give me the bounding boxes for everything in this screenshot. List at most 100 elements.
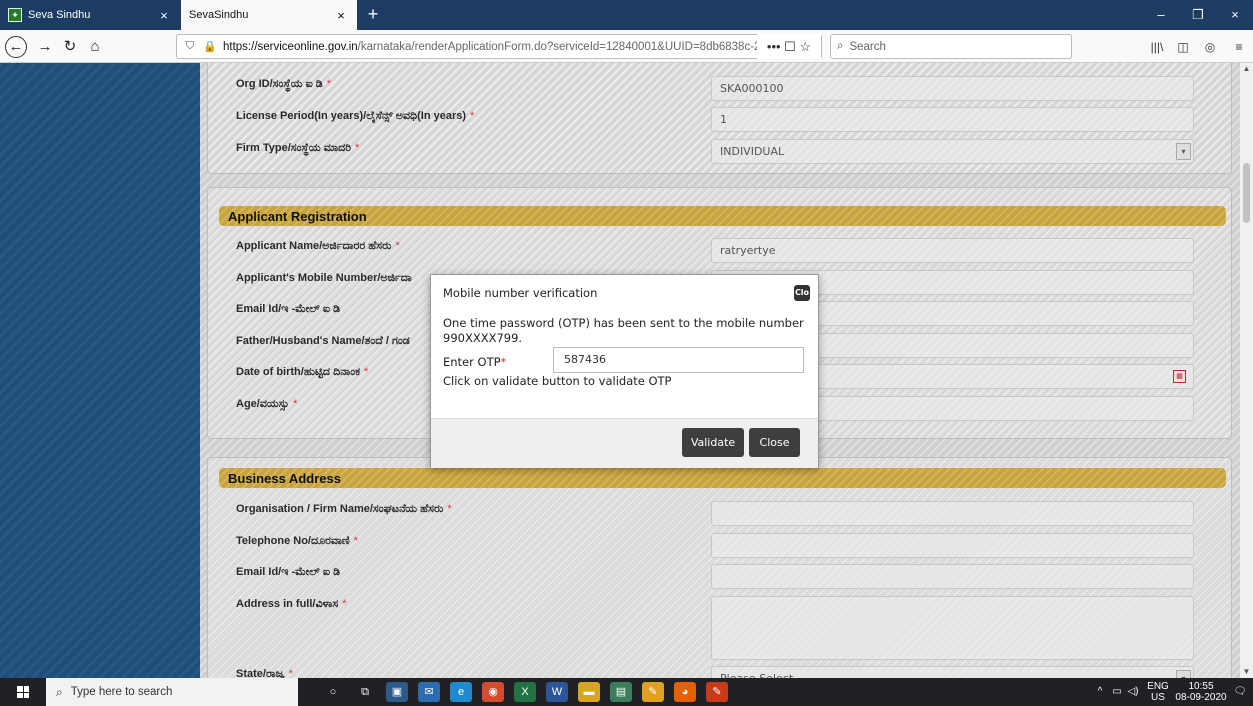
browser-search-input[interactable]: ⌕ Search [830, 34, 1072, 59]
address-bar[interactable]: ⛉ 🔒 https://serviceonline.gov.in/karnata… [176, 34, 822, 59]
browser-nav-bar: ← → ↻ ⌂ ⛉ 🔒 https://serviceonline.gov.in… [0, 30, 1253, 63]
word-icon[interactable]: W [546, 682, 568, 702]
applicant-field-label-5: Date of birth/ಹುಟ್ಟಿದ ದಿನಾಂಕ * [236, 366, 369, 378]
taskbar-search-input[interactable]: ⌕ Type here to search [46, 678, 298, 706]
menu-icon[interactable]: ≡ [1228, 37, 1250, 57]
applicant-field-label-1: Applicant Name/ಅರ್ಜಿದಾರರ ಹೆಸರು * [236, 240, 400, 252]
field-label-license-period: License Period(In years)/ಲೈಸೆನ್ಸ್ ಅವಧಿ(I… [236, 110, 475, 122]
field-label-org-id: Org ID/ಸಂಸ್ಥೆಯ ಐ ಡಿ * [236, 78, 331, 90]
back-button[interactable]: ← [5, 36, 27, 58]
firm-type-select[interactable]: INDIVIDUAL ▾ [711, 139, 1194, 164]
network-icon[interactable]: ▭ [1110, 678, 1124, 706]
excel-icon[interactable]: X [514, 682, 536, 702]
app-icon[interactable]: ✎ [706, 682, 728, 702]
dialog-close-icon[interactable]: Clo [794, 285, 810, 301]
applicant-field-label-4: Father/Husband's Name/ತಂದೆ / ಗಂಡ [236, 334, 410, 347]
sidebar-icon[interactable]: ◫ [1172, 37, 1194, 57]
page-actions[interactable]: ••• ☐ ☆ [757, 34, 821, 59]
page-scrollbar[interactable]: ▲ ▼ [1240, 63, 1253, 678]
applicant-field-label-3: Email Id/ಇ -ಮೇಲ್ ಐ ಡಿ [236, 303, 341, 315]
start-button[interactable] [0, 678, 46, 706]
chrome-icon[interactable]: ◉ [482, 682, 504, 702]
tab-label: SevaSindhu [189, 9, 249, 21]
close-button[interactable]: Close [749, 428, 800, 457]
dialog-title: Mobile number verification [443, 286, 598, 300]
business-field-label-3: Email Id/ಇ -ಮೇಲ್ ಐ ಡಿ [236, 566, 341, 578]
clock[interactable]: 10:55 08-09-2020 [1175, 681, 1227, 706]
business-field-input-4[interactable] [711, 595, 1194, 660]
scroll-down-icon[interactable]: ▼ [1240, 666, 1253, 678]
maximize-button[interactable]: ❐ [1180, 0, 1216, 30]
business-field-input-5[interactable]: Please Select ▾ [711, 665, 1194, 678]
windows-taskbar: ⌕ Type here to search ○ ⧉ ▣ ✉ e ◉ X W ▬ ▤ ✎ ◕ ✎ ^ ▭ … [0, 678, 1253, 706]
service-details-panel: Org ID/ಸಂಸ್ಥೆಯ ಐ ಡಿ * SKA000100 License P… [207, 63, 1232, 174]
paint-icon[interactable]: ✎ [642, 682, 664, 702]
scrollbar-thumb[interactable] [1243, 163, 1250, 223]
edge-icon[interactable]: e [450, 682, 472, 702]
url-path: /karnataka/renderApplicationForm.do?serv… [357, 40, 771, 53]
firefox-icon[interactable]: ◕ [674, 682, 696, 702]
applicant-field-label-6: Age/ವಯಸ್ಸು * [236, 397, 298, 410]
tray-chevron-icon[interactable]: ^ [1093, 678, 1107, 706]
business-field-label-1: Organisation / Firm Name/ಸಂಘಟನೆಯ ಹೆಸರು * [236, 503, 452, 515]
field-label-firm-type: Firm Type/ಸಂಸ್ಥೆಯ ಮಾದರಿ * [236, 142, 360, 154]
shield-icon[interactable]: ⛉ [183, 40, 197, 53]
notification-icon[interactable]: 🗨 [1230, 678, 1250, 706]
url-host: https://serviceonline.gov.in [223, 40, 358, 53]
business-field-input-2[interactable] [711, 532, 1194, 558]
tab-sevasindhu-active[interactable]: SevaSindhu × [181, 0, 357, 30]
section-heading-applicant: Applicant Registration [219, 206, 1226, 226]
validate-hint: Click on validate button to validate OTP [443, 374, 672, 388]
chevron-down-icon: ▾ [1176, 669, 1191, 678]
language-indicator[interactable]: ENG US [1145, 681, 1171, 706]
license-period-input[interactable]: 1 [711, 107, 1194, 132]
cortana-icon[interactable]: ○ [322, 682, 344, 702]
otp-label: Enter OTP* [443, 355, 507, 369]
dialog-footer: Validate Close [431, 418, 818, 468]
applicant-field-label-2: Applicant's Mobile Number/ಅರ್ಜಿದಾ [236, 271, 412, 284]
account-icon[interactable]: ◎ [1199, 37, 1221, 57]
search-icon: ⌕ [837, 40, 844, 52]
tab-seva-sindhu[interactable]: ✦ Seva Sindhu × [0, 0, 180, 30]
mail-icon[interactable]: ✉ [418, 682, 440, 702]
forward-button[interactable]: → [33, 35, 57, 59]
file-explorer-icon[interactable]: ▬ [578, 682, 600, 702]
otp-input[interactable]: 587436 [553, 347, 804, 373]
home-button[interactable]: ⌂ [83, 35, 107, 59]
network-app-icon[interactable]: ▤ [610, 682, 632, 702]
window-close-button[interactable]: × [1217, 0, 1253, 30]
tab-close-icon[interactable]: × [156, 8, 172, 23]
tab-close-icon[interactable]: × [333, 8, 349, 23]
org-id-input[interactable]: SKA000100 [711, 76, 1194, 101]
calendar-icon[interactable]: ▦ [1173, 370, 1186, 383]
business-field-input-1[interactable] [711, 501, 1194, 526]
new-tab-button[interactable]: + [362, 3, 384, 25]
volume-icon[interactable]: ◁) [1126, 678, 1140, 706]
chevron-down-icon: ▾ [1176, 143, 1191, 160]
search-icon: ⌕ [56, 684, 63, 699]
search-placeholder: Search [849, 40, 886, 53]
windows-logo-icon [17, 686, 29, 698]
otp-sent-message: One time password (OTP) has been sent to… [443, 316, 804, 345]
browser-tab-bar: ✦ Seva Sindhu × SevaSindhu × + – ❐ × [0, 0, 1253, 30]
business-address-panel: Business Address Organisation / Firm Nam… [207, 457, 1232, 678]
lock-icon[interactable]: 🔒 [203, 40, 217, 53]
left-decorative-strip [0, 63, 200, 678]
favicon-icon: ✦ [8, 8, 22, 22]
taskbar-search-placeholder: Type here to search [70, 686, 173, 698]
business-field-label-5: State/ರಾಜ್ಯ * [236, 667, 293, 679]
validate-button[interactable]: Validate [682, 428, 744, 457]
tab-label: Seva Sindhu [28, 9, 91, 21]
business-field-label-4: Address in full/ವಿಳಾಸ * [236, 597, 347, 610]
section-heading-business: Business Address [219, 468, 1226, 488]
otp-verification-dialog: Mobile number verification Clo One time … [430, 274, 819, 468]
applicant-field-input-1[interactable]: ratryertye [711, 238, 1194, 263]
library-icon[interactable]: |||\ [1146, 37, 1168, 57]
reload-button[interactable]: ↻ [58, 35, 82, 59]
scroll-up-icon[interactable]: ▲ [1240, 63, 1253, 75]
minimize-button[interactable]: – [1143, 0, 1179, 30]
business-field-input-3[interactable] [711, 564, 1194, 589]
store-icon[interactable]: ▣ [386, 682, 408, 702]
business-field-label-2: Telephone No/ದೂರವಾಣಿ * [236, 534, 358, 547]
task-view-icon[interactable]: ⧉ [354, 682, 376, 702]
